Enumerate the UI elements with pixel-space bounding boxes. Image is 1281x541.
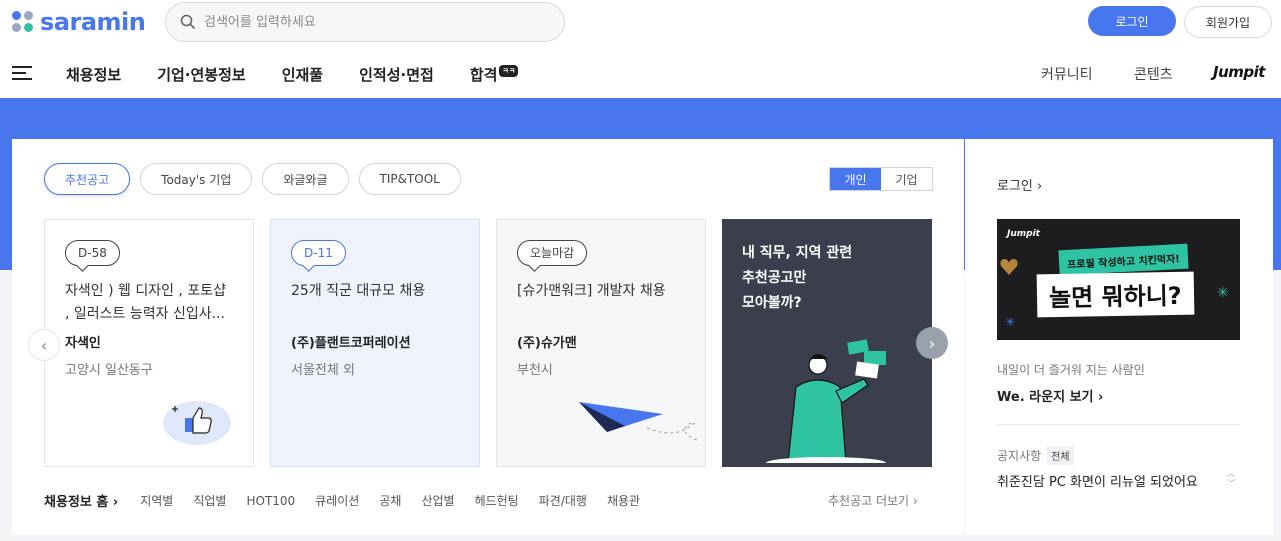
job-link[interactable]: 큐레이션 bbox=[315, 492, 359, 509]
top-header: saramin 로그인 회원가입 채용정보 기업·연봉정보 인재풀 인적성·면접… bbox=[0, 0, 1281, 98]
company-name: 자색인 bbox=[65, 336, 101, 351]
toggle-personal[interactable]: 개인 bbox=[830, 168, 881, 190]
banner-brand: Jumpit bbox=[1007, 229, 1040, 239]
dday-badge: D-11 bbox=[291, 240, 346, 266]
side-login-link[interactable]: 로그인 › bbox=[997, 175, 1042, 194]
job-title: 25개 직군 대규모 채용 bbox=[291, 283, 426, 299]
join-button[interactable]: 회원가입 bbox=[1184, 6, 1272, 38]
chevron-left-icon: ‹ bbox=[40, 335, 48, 355]
lounge-link[interactable]: We. 라운지 보기 › bbox=[997, 386, 1103, 405]
job-card[interactable]: 오늘마감 [슈가맨워크] 개발자 채용 (주)슈가맨 부천시 bbox=[496, 219, 706, 467]
jobs-home-link[interactable]: 채용정보 홈 › bbox=[44, 491, 118, 510]
tab-tip-tool[interactable]: TIP&TOOL bbox=[358, 163, 461, 195]
promo-card[interactable]: 내 직무, 지역 관련 추천공고만 모아볼까? bbox=[722, 219, 932, 467]
banner-tag: 프로필 작성하고 치킨먹자! bbox=[1058, 243, 1189, 276]
chevron-down-icon[interactable]: ﹀ bbox=[1227, 479, 1235, 489]
tab-recommend[interactable]: 추천공고 bbox=[44, 163, 131, 195]
jumpit-link[interactable]: Jumpit bbox=[1213, 63, 1265, 81]
job-link[interactable]: 공채 bbox=[379, 492, 401, 509]
nav-item-pass-label: 합격 bbox=[469, 66, 498, 84]
job-title: [슈가맨워크] 개발자 채용 bbox=[517, 283, 666, 299]
paper-plane-icon bbox=[579, 402, 698, 441]
recommend-more-link[interactable]: 추천공고 더보기 › bbox=[828, 492, 918, 509]
toggle-company[interactable]: 기업 bbox=[881, 168, 932, 190]
sparkle-icon: ✳ bbox=[1217, 285, 1229, 301]
side-panel: 로그인 › Jumpit 프로필 작성하고 치킨먹자! 놀면 뭐하니? ✳ ✳ … bbox=[965, 139, 1273, 535]
login-button[interactable]: 로그인 bbox=[1088, 6, 1176, 36]
job-card[interactable]: D-11 25개 직군 대규모 채용 (주)플랜트코퍼레이션 서울전체 외 bbox=[270, 219, 480, 467]
notice-scroll: ︿ ﹀ bbox=[1227, 469, 1235, 489]
nav-item-company[interactable]: 기업·연봉정보 bbox=[157, 64, 246, 85]
company-name: (주)플랜트코퍼레이션 bbox=[291, 336, 411, 351]
carousel-next-button[interactable]: › bbox=[916, 327, 948, 359]
promo-line: 내 직무, 지역 관련 bbox=[742, 245, 853, 261]
promo-text: 내 직무, 지역 관련 추천공고만 모아볼까? bbox=[742, 241, 912, 316]
tab-today-company[interactable]: Today's 기업 bbox=[140, 163, 253, 195]
person-illustration-icon bbox=[766, 339, 886, 463]
nav-item-aptitude[interactable]: 인적성·면접 bbox=[359, 64, 434, 85]
job-location: 고양시 일산동구 bbox=[65, 363, 153, 378]
search-icon bbox=[180, 14, 196, 30]
job-location: 부천시 bbox=[517, 363, 553, 378]
notice-all-badge[interactable]: 전체 bbox=[1047, 446, 1074, 465]
search-input[interactable] bbox=[204, 14, 534, 30]
nav-item-talent[interactable]: 인재풀 bbox=[282, 64, 323, 85]
job-link[interactable]: HOT100 bbox=[246, 494, 295, 508]
job-link[interactable]: 지역별 bbox=[140, 492, 173, 509]
logo-mark-icon bbox=[12, 11, 34, 33]
side-description: 내일이 더 즐거워 지는 사람인 bbox=[997, 363, 1145, 377]
job-title: 자색인 ) 웹 디자인 , 포토샵 , 일러스트 능력자 신입사... bbox=[65, 283, 226, 322]
job-card[interactable]: D-58 자색인 ) 웹 디자인 , 포토샵 , 일러스트 능력자 신입사...… bbox=[44, 219, 254, 467]
sparkle-icon: ✳ bbox=[1005, 315, 1016, 329]
carousel-prev-button[interactable]: ‹ bbox=[28, 329, 60, 361]
notice-item[interactable]: 취준진담 PC 화면이 리뉴얼 되었어요 bbox=[997, 471, 1198, 490]
chevron-up-icon[interactable]: ︿ bbox=[1227, 469, 1235, 479]
nav-item-jobs[interactable]: 채용정보 bbox=[66, 64, 121, 85]
dday-badge: D-58 bbox=[65, 240, 120, 266]
job-link[interactable]: 직업별 bbox=[193, 492, 226, 509]
search-box[interactable] bbox=[165, 2, 565, 42]
heart-icon bbox=[1000, 259, 1018, 275]
nav-item-pass[interactable]: 합격 ㅋㅋ bbox=[470, 64, 519, 85]
saramin-logo[interactable]: saramin bbox=[12, 8, 146, 36]
job-location: 서울전체 외 bbox=[291, 363, 355, 378]
banner-tag-text: 프로필 작성하고 치킨먹자! bbox=[1066, 254, 1181, 271]
chevron-right-icon: › bbox=[928, 333, 936, 353]
banner-headline: 놀면 뭐하니? bbox=[1048, 281, 1182, 313]
logo-text: saramin bbox=[40, 8, 146, 36]
chat-badge: ㅋㅋ bbox=[499, 65, 519, 77]
user-type-toggle: 개인 기업 bbox=[829, 167, 933, 191]
promo-line: 추천공고만 bbox=[742, 270, 807, 286]
recommend-tabs: 추천공고 Today's 기업 와글와글 TIP&TOOL bbox=[44, 163, 461, 195]
job-links: 채용정보 홈 › 지역별 직업별 HOT100 큐레이션 공채 산업별 헤드헌팅… bbox=[44, 491, 660, 511]
company-name: (주)슈가맨 bbox=[517, 336, 577, 351]
thumbs-up-icon bbox=[163, 401, 231, 445]
notice-label: 공지사항 bbox=[997, 449, 1042, 463]
menu-icon[interactable] bbox=[12, 66, 32, 82]
dday-badge: 오늘마감 bbox=[517, 240, 588, 266]
promo-line: 모아볼까? bbox=[742, 295, 802, 311]
notice-header: 공지사항 전체 bbox=[997, 446, 1074, 465]
jumpit-banner[interactable]: Jumpit 프로필 작성하고 치킨먹자! 놀면 뭐하니? ✳ ✳ bbox=[997, 219, 1240, 340]
banner-headline-box: 놀면 뭐하니? bbox=[1036, 271, 1195, 318]
nav-community[interactable]: 커뮤니티 bbox=[1041, 64, 1093, 84]
main-nav: 채용정보 기업·연봉정보 인재풀 인적성·면접 합격 ㅋㅋ bbox=[66, 64, 554, 85]
job-link[interactable]: 채용관 bbox=[607, 492, 640, 509]
tab-waglewagle[interactable]: 와글와글 bbox=[262, 163, 349, 195]
job-link[interactable]: 헤드헌팅 bbox=[475, 492, 519, 509]
divider bbox=[997, 424, 1240, 425]
recommend-panel: 추천공고 Today's 기업 와글와글 TIP&TOOL 개인 기업 D-58… bbox=[12, 139, 964, 535]
nav-contents[interactable]: 콘텐츠 bbox=[1134, 64, 1173, 84]
job-link[interactable]: 산업별 bbox=[421, 492, 454, 509]
job-link[interactable]: 파견/대행 bbox=[539, 492, 587, 509]
